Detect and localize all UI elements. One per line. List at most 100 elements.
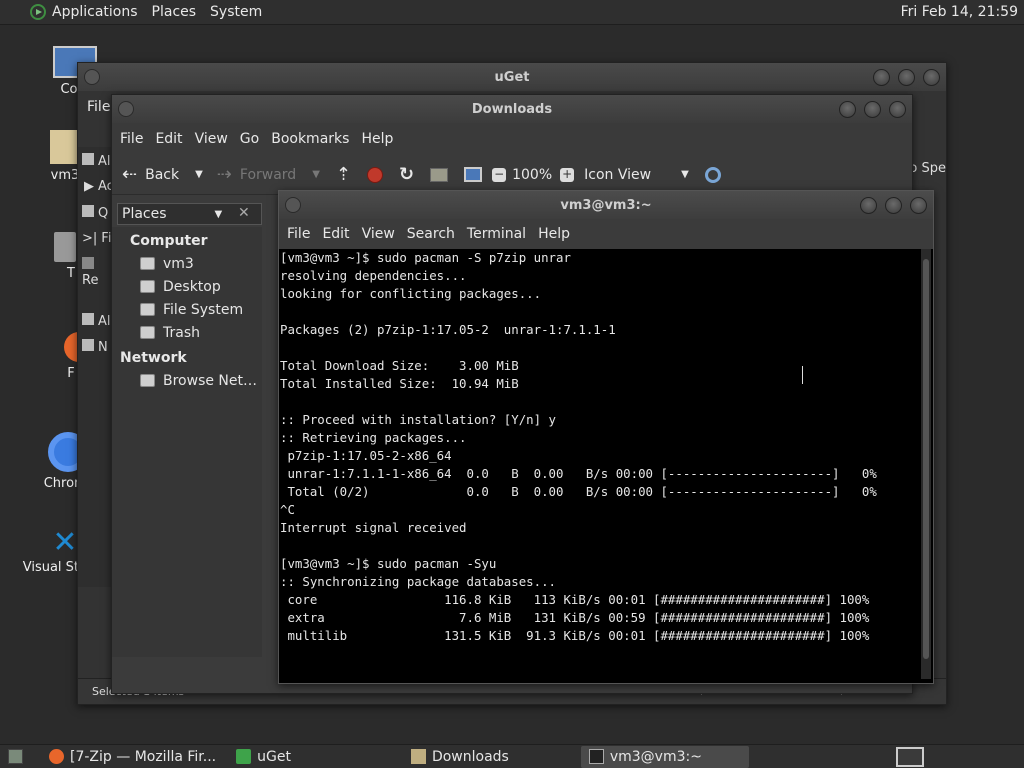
uget-category-item[interactable]: Al bbox=[82, 313, 111, 329]
uget-category-item[interactable]: Re bbox=[82, 257, 112, 288]
stop-icon bbox=[367, 166, 383, 183]
close-button[interactable] bbox=[923, 69, 940, 86]
menu-view[interactable]: View bbox=[195, 131, 228, 147]
back-button[interactable]: ⇠ Back bbox=[122, 164, 179, 185]
window-menu-icon[interactable] bbox=[285, 197, 301, 213]
menu-help[interactable]: Help bbox=[361, 131, 393, 147]
maximize-button[interactable] bbox=[885, 197, 902, 214]
vscode-icon: ✕ bbox=[52, 525, 78, 560]
maximize-button[interactable] bbox=[864, 101, 881, 118]
menu-file[interactable]: File bbox=[120, 131, 143, 147]
uget-category-item[interactable]: N bbox=[82, 339, 108, 355]
finished-icon: >| bbox=[82, 231, 98, 246]
sidebar-header-network: Network bbox=[120, 350, 187, 366]
category-icon bbox=[82, 339, 94, 351]
uget-category-item[interactable]: Al bbox=[82, 153, 111, 169]
taskbar: [7-Zip — Mozilla Fir... uGet Downloads v… bbox=[0, 744, 1024, 768]
view-mode-select[interactable]: Icon View ▼ bbox=[584, 167, 689, 183]
scrollbar-thumb[interactable] bbox=[923, 259, 929, 659]
terminal-scrollbar[interactable] bbox=[921, 249, 931, 679]
uget-titlebar[interactable]: uGet bbox=[78, 63, 946, 91]
menu-edit[interactable]: Edit bbox=[155, 131, 182, 147]
downloads-toolbar: ⇠ Back ▼ ⇢ Forward ▼ ⇡ ↻ − 100% + Icon Vie… bbox=[112, 155, 912, 195]
search-button[interactable] bbox=[704, 166, 721, 183]
menu-search[interactable]: Search bbox=[407, 226, 455, 242]
sidebar-header-computer: Computer bbox=[130, 233, 208, 249]
window-menu-icon[interactable] bbox=[84, 69, 100, 85]
terminal-line: [vm3@vm3 ~]$ sudo pacman -Syu bbox=[280, 556, 497, 571]
computer-button[interactable] bbox=[464, 167, 483, 182]
forward-history-dropdown[interactable]: ▼ bbox=[312, 169, 320, 180]
trash-icon bbox=[140, 326, 155, 339]
sidebar-item-filesystem[interactable]: File System bbox=[130, 298, 262, 321]
uget-category-item[interactable]: >| Fi bbox=[82, 231, 111, 246]
terminal-line: extra 7.6 MiB 131 KiB/s 00:59 [#########… bbox=[280, 610, 870, 625]
menu-applications[interactable]: Applications bbox=[52, 4, 138, 20]
uget-speed-column-header[interactable]: o Spe bbox=[909, 161, 946, 176]
task-firefox[interactable]: [7-Zip — Mozilla Fir... bbox=[41, 746, 224, 768]
terminal-window[interactable]: vm3@vm3:~ File Edit View Search Terminal… bbox=[278, 190, 934, 684]
minimize-button[interactable] bbox=[839, 101, 856, 118]
terminal-screen[interactable]: [vm3@vm3 ~]$ sudo pacman -S p7zip unrar r… bbox=[280, 249, 920, 679]
forward-button[interactable]: ⇢ Forward bbox=[217, 164, 296, 185]
zoom-level[interactable]: 100% bbox=[512, 167, 552, 183]
recycled-icon bbox=[82, 257, 94, 269]
terminal-line: ^C bbox=[280, 502, 295, 517]
downloads-titlebar[interactable]: Downloads bbox=[112, 95, 912, 123]
menu-file[interactable]: File bbox=[287, 226, 310, 242]
home-icon bbox=[430, 167, 449, 182]
zoom-out-button[interactable]: − bbox=[492, 167, 507, 182]
stop-button[interactable] bbox=[367, 166, 383, 183]
desktop-icon-vscode[interactable]: ✕ Visual Stu bbox=[12, 525, 88, 576]
minimize-button[interactable] bbox=[873, 69, 890, 86]
panel-clock[interactable]: Fri Feb 14, 21:59 bbox=[901, 4, 1018, 20]
menu-edit[interactable]: Edit bbox=[322, 226, 349, 242]
folder-icon bbox=[410, 749, 426, 764]
uget-category-item[interactable]: Q bbox=[82, 205, 108, 221]
close-button[interactable] bbox=[910, 197, 927, 214]
zoom-in-icon: + bbox=[560, 166, 575, 182]
drive-icon bbox=[140, 303, 155, 316]
task-downloads[interactable]: Downloads bbox=[403, 746, 517, 768]
uget-category-item[interactable]: ▶ Ac bbox=[84, 179, 114, 194]
sidebar-item-vm3[interactable]: vm3 bbox=[130, 252, 262, 275]
reload-icon: ↻ bbox=[399, 164, 415, 185]
distro-logo-icon[interactable] bbox=[30, 4, 46, 20]
maximize-button[interactable] bbox=[898, 69, 915, 86]
workspace-switcher[interactable] bbox=[896, 747, 924, 767]
terminal-line: Total Download Size: 3.00 MiB bbox=[280, 358, 519, 373]
menu-places[interactable]: Places bbox=[152, 4, 197, 20]
uget-menu-file[interactable]: File bbox=[87, 99, 110, 115]
menu-terminal[interactable]: Terminal bbox=[467, 226, 526, 242]
trash-icon bbox=[54, 232, 76, 262]
back-history-dropdown[interactable]: ▼ bbox=[195, 169, 203, 180]
terminal-icon bbox=[588, 749, 604, 764]
downloads-title: Downloads bbox=[471, 101, 553, 117]
terminal-line: [vm3@vm3 ~]$ sudo pacman -S p7zip unrar bbox=[280, 250, 571, 265]
task-uget[interactable]: uGet bbox=[228, 746, 299, 768]
terminal-line: unrar-1:7.1.1-1-x86_64 0.0 B 0.00 B/s 00… bbox=[280, 466, 877, 481]
close-sidebar-icon[interactable]: ✕ bbox=[238, 205, 250, 221]
show-desktop-button[interactable] bbox=[0, 746, 37, 768]
terminal-titlebar[interactable]: vm3@vm3:~ bbox=[279, 191, 933, 219]
menu-help[interactable]: Help bbox=[538, 226, 570, 242]
sidebar-item-trash[interactable]: Trash bbox=[130, 321, 262, 344]
zoom-in-button[interactable]: + bbox=[560, 166, 575, 182]
task-terminal[interactable]: vm3@vm3:~ bbox=[580, 745, 749, 768]
menu-go[interactable]: Go bbox=[240, 131, 259, 147]
menu-bookmarks[interactable]: Bookmarks bbox=[271, 131, 349, 147]
close-button[interactable] bbox=[889, 101, 906, 118]
home-button[interactable] bbox=[430, 167, 449, 182]
window-menu-icon[interactable] bbox=[118, 101, 134, 117]
chevron-down-icon: ▼ bbox=[681, 169, 689, 180]
sidebar-item-desktop[interactable]: Desktop bbox=[130, 275, 262, 298]
menu-system[interactable]: System bbox=[210, 4, 262, 20]
up-button[interactable]: ⇡ bbox=[336, 164, 351, 185]
terminal-menubar: File Edit View Search Terminal Help bbox=[279, 219, 933, 249]
reload-button[interactable]: ↻ bbox=[399, 164, 414, 185]
minimize-button[interactable] bbox=[860, 197, 877, 214]
menu-view[interactable]: View bbox=[362, 226, 395, 242]
sidebar-item-browse-network[interactable]: Browse Net… bbox=[130, 369, 262, 392]
